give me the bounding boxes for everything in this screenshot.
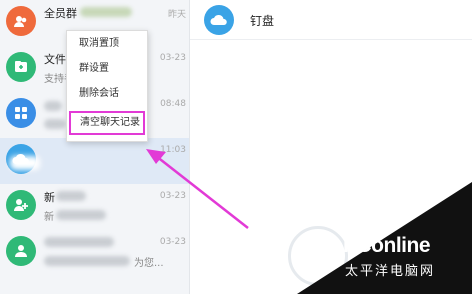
- team-icon: [6, 236, 36, 266]
- conversation-time: 03-23: [159, 191, 186, 201]
- conversation-title: 新: [44, 191, 55, 204]
- conversation-title: 全员群: [44, 7, 77, 20]
- conversation-time: 08:48: [160, 99, 186, 109]
- app-window: 全员群 昨天 文件小 支持手 03-23 08:48 11:03 新 新 03-…: [0, 0, 472, 294]
- conversation-subtitle: 为您...: [134, 258, 164, 269]
- blurred-text: [56, 191, 86, 201]
- blurred-text: [10, 156, 40, 170]
- chat-header: 钉盘: [190, 0, 472, 40]
- conversation-item-selected[interactable]: 11:03: [0, 138, 189, 184]
- chat-title: 钉盘: [250, 14, 275, 28]
- blurred-text: [44, 101, 62, 111]
- apps-grid-icon: [6, 98, 36, 128]
- add-user-icon: [6, 190, 36, 220]
- conversation-time: 03-23: [159, 53, 186, 63]
- conversation-time: 昨天: [167, 10, 186, 20]
- conversation-subtitle: 新: [44, 212, 54, 223]
- blurred-text: [56, 210, 106, 220]
- conversation-item[interactable]: 为您... 03-23: [0, 230, 189, 276]
- menu-item-group-settings[interactable]: 群设置: [67, 58, 147, 80]
- group-icon: [6, 6, 36, 36]
- watermark-logo: PConline: [343, 234, 431, 257]
- conversation-item[interactable]: 新 新 03-23: [0, 184, 189, 230]
- blurred-text: [44, 237, 114, 247]
- conversation-time: 03-23: [159, 237, 186, 247]
- file-icon: [6, 52, 36, 82]
- conversation-time: 11:03: [160, 145, 186, 155]
- blurred-text: [44, 119, 66, 129]
- menu-item-clear-chat-history[interactable]: 清空聊天记录: [69, 111, 145, 135]
- watermark-subtitle: 太平洋电脑网: [345, 264, 436, 279]
- menu-item-delete-conversation[interactable]: 删除会话: [67, 83, 147, 105]
- blurred-text: [44, 256, 130, 266]
- context-menu: 取消置顶 群设置 删除会话 清空聊天记录: [66, 30, 148, 142]
- cloud-icon: [204, 5, 234, 35]
- menu-item-unpin[interactable]: 取消置顶: [67, 33, 147, 55]
- blurred-text: [80, 7, 132, 17]
